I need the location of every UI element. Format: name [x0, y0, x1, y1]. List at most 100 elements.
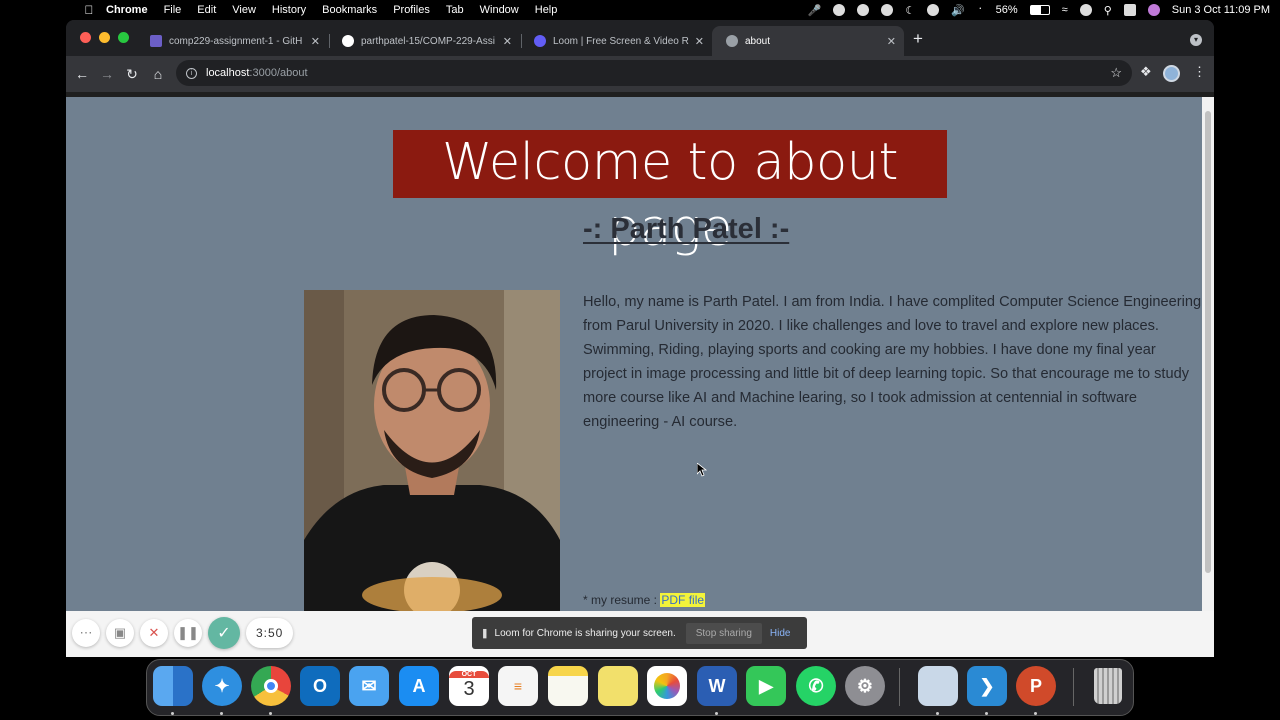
mouse-cursor-icon [697, 463, 707, 477]
user-icon[interactable] [1079, 4, 1092, 16]
reminders-icon[interactable]: ≡ [498, 666, 538, 706]
minimize-window-button[interactable] [99, 32, 110, 43]
loom-icon[interactable] [857, 4, 870, 16]
calendar-day: 3 [463, 678, 475, 700]
trash-can-icon [1094, 668, 1122, 704]
address-bar[interactable]: i localhost :3000/about ☆ [176, 60, 1132, 86]
siri-icon[interactable] [1147, 4, 1160, 16]
menu-file[interactable]: File [164, 4, 182, 16]
menu-app-name[interactable]: Chrome [106, 4, 148, 16]
site-info-icon[interactable]: i [186, 67, 197, 79]
tab-title: about [745, 35, 771, 47]
loom-timer: 3:50 [246, 618, 294, 648]
profile-photo [304, 290, 560, 611]
app-store-icon[interactable]: A [399, 666, 439, 706]
screen-sharing-banner: ❚ Loom for Chrome is sharing your screen… [472, 617, 807, 649]
volume-icon[interactable]: 🔊 [951, 4, 965, 17]
microphone-icon[interactable]: 🎤 [808, 4, 822, 17]
bookmark-star-icon[interactable]: ☆ [1110, 65, 1122, 81]
preview-icon[interactable] [918, 666, 958, 706]
stop-sharing-button[interactable]: Stop sharing [685, 622, 762, 644]
drag-handle-icon[interactable]: ❚ [481, 628, 489, 639]
system-preferences-icon[interactable]: ⚙ [845, 666, 885, 706]
tab-about[interactable]: about ✕ [712, 26, 904, 56]
hide-banner-button[interactable]: Hide [770, 628, 791, 639]
powerpoint-icon[interactable]: P [1016, 666, 1056, 706]
resume-pdf-link[interactable]: PDF file [660, 593, 706, 607]
word-icon[interactable]: W [697, 666, 737, 706]
menu-bookmarks[interactable]: Bookmarks [322, 4, 377, 16]
control-center-icon[interactable] [1123, 4, 1136, 16]
bluetooth-icon[interactable]: ᛫ [977, 4, 984, 16]
whatsapp-icon[interactable]: ✆ [796, 666, 836, 706]
safari-icon[interactable]: ✦ [202, 666, 242, 706]
url-host: localhost [206, 67, 250, 79]
scrollbar-thumb[interactable] [1205, 111, 1211, 573]
battery-icon[interactable] [1029, 5, 1050, 15]
page-scrollbar[interactable] [1202, 97, 1214, 611]
close-tab-icon[interactable]: ✕ [311, 35, 320, 48]
menu-view[interactable]: View [232, 4, 256, 16]
globe-favicon-icon [726, 35, 738, 47]
copyright-icon[interactable] [927, 4, 940, 16]
running-indicator [171, 712, 174, 715]
outlook-icon[interactable]: O [300, 666, 340, 706]
tab-title: comp229-assignment-1 - GitH [169, 35, 303, 47]
status-area: 🎤 ☾ 🔊 ᛫ 56% ≈ ⚲ Sun 3 Oct 11:09 PM [808, 0, 1270, 20]
menu-edit[interactable]: Edit [197, 4, 216, 16]
close-tab-icon[interactable]: ✕ [695, 35, 704, 48]
moon-icon[interactable]: ☾ [905, 4, 915, 17]
profile-avatar[interactable] [1163, 65, 1180, 82]
tab-github-repo[interactable]: parthpatel-15/COMP-229-Assi ✕ [328, 26, 520, 56]
mail-icon[interactable]: ✉ [349, 666, 389, 706]
menu-tab[interactable]: Tab [446, 4, 464, 16]
chrome-center-icon [264, 679, 278, 693]
vscode-icon[interactable]: ❯ [967, 666, 1007, 706]
new-tab-plus-icon[interactable]: + [913, 30, 923, 48]
record-icon[interactable] [881, 4, 894, 16]
photos-icon[interactable] [647, 666, 687, 706]
close-window-button[interactable] [80, 32, 91, 43]
tab-github-assignment[interactable]: comp229-assignment-1 - GitH ✕ [136, 26, 328, 56]
apple-menu-icon[interactable]:  [82, 3, 96, 17]
trash-icon[interactable] [1088, 666, 1128, 706]
stickies-icon[interactable] [598, 666, 638, 706]
calendar-month: OCT [449, 671, 489, 678]
loom-camera-off-icon[interactable]: ▣ [106, 619, 134, 647]
heroku-favicon-icon [150, 35, 162, 47]
running-indicator [985, 712, 988, 715]
menu-profiles[interactable]: Profiles [393, 4, 430, 16]
loom-finish-check-icon[interactable]: ✓ [208, 617, 240, 649]
spotlight-search-icon[interactable]: ⚲ [1104, 4, 1112, 17]
tab-loom[interactable]: Loom | Free Screen & Video Re ✕ [520, 26, 712, 56]
chrome-icon[interactable] [251, 666, 291, 706]
menu-history[interactable]: History [272, 4, 306, 16]
shield-icon[interactable] [833, 4, 846, 16]
loom-cancel-icon[interactable]: ✕ [140, 619, 168, 647]
forward-arrow-icon[interactable]: → [97, 64, 117, 84]
loom-favicon-icon [534, 35, 546, 47]
home-icon[interactable]: ⌂ [148, 64, 168, 84]
finder-icon[interactable] [153, 666, 193, 706]
facetime-icon[interactable]: ▶ [746, 666, 786, 706]
calendar-icon[interactable]: OCT 3 [449, 666, 489, 706]
close-tab-icon[interactable]: ✕ [503, 35, 512, 48]
notes-icon[interactable] [548, 666, 588, 706]
menu-help[interactable]: Help [535, 4, 558, 16]
reload-icon[interactable]: ↻ [122, 64, 142, 84]
chrome-menu-icon[interactable]: ⋮ [1193, 64, 1206, 80]
loom-more-icon[interactable]: ⋯ [72, 619, 100, 647]
back-arrow-icon[interactable]: ← [72, 64, 92, 84]
close-tab-icon[interactable]: ✕ [887, 35, 896, 48]
page-title: Welcome to about page [393, 130, 947, 258]
loom-pause-icon[interactable]: ❚❚ [174, 619, 202, 647]
tab-title: parthpatel-15/COMP-229-Assi [361, 35, 495, 47]
menu-window[interactable]: Window [480, 4, 519, 16]
tab-title: Loom | Free Screen & Video Re [553, 35, 689, 47]
extensions-puzzle-icon[interactable]: ❖ [1140, 64, 1152, 80]
menubar-clock[interactable]: Sun 3 Oct 11:09 PM [1172, 4, 1270, 16]
tab-search-icon[interactable]: ▾ [1190, 34, 1202, 46]
author-name-heading: -: Parth Patel :- [583, 213, 790, 245]
wifi-icon[interactable]: ≈ [1062, 4, 1068, 16]
maximize-window-button[interactable] [118, 32, 129, 43]
